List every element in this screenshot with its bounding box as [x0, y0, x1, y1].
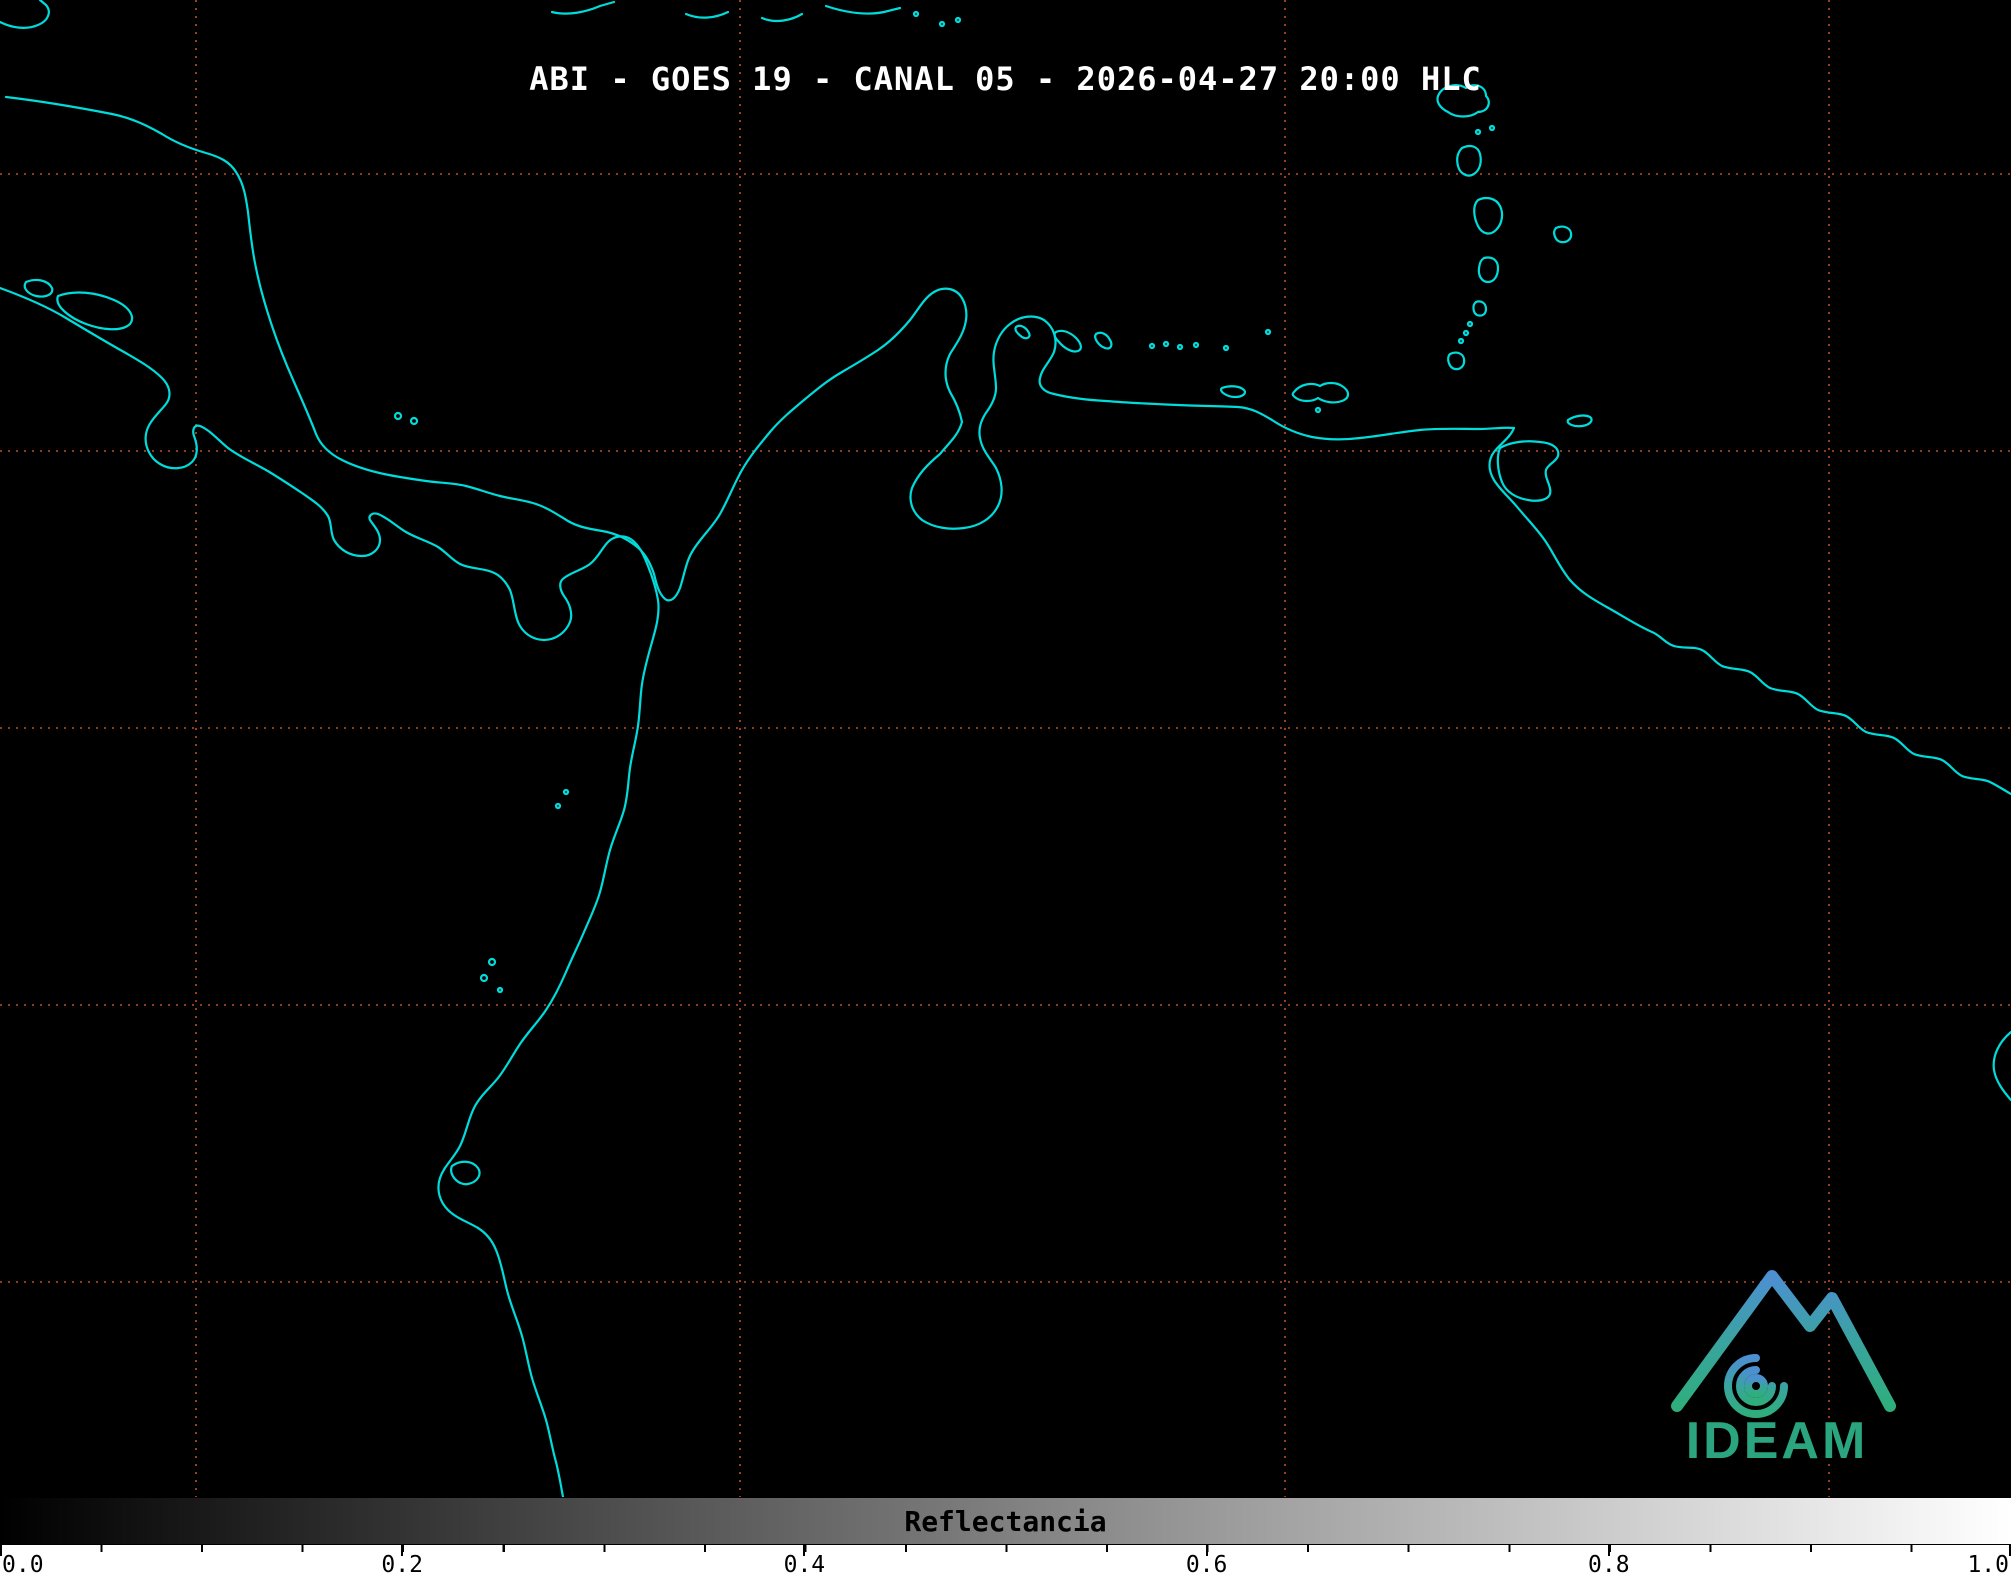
- tick-label: 0.0: [2, 1552, 44, 1577]
- colorbar-label: Reflectancia: [904, 1504, 1107, 1538]
- tick-label: 1.0: [1967, 1552, 2009, 1577]
- island-aruba: [1014, 324, 1031, 340]
- island-margarita: [1291, 381, 1350, 404]
- island-barbados: [1553, 225, 1573, 244]
- island-coche: [1314, 406, 1322, 414]
- island-curacao: [1053, 329, 1082, 353]
- islands-les-saintes: [1474, 124, 1496, 136]
- island-martinique: [1473, 196, 1504, 235]
- lake-managua: [23, 278, 54, 298]
- coastline-pacific-southamerica: [0, 286, 660, 1497]
- lake-nicaragua: [56, 291, 134, 331]
- satellite-product-frame: ABI - GOES 19 - CANAL 05 - 2026-04-27 20…: [0, 0, 2011, 1577]
- island-dominica: [1456, 144, 1482, 177]
- island-trinidad: [1496, 440, 1560, 502]
- island-la-tortuga: [1219, 385, 1247, 399]
- islands-los-roques: [1148, 328, 1272, 352]
- hurricane-swirl-icon: [1724, 1354, 1788, 1418]
- colorbar-axis: 0.0 0.2 0.4 0.6 0.8 1.0: [0, 1545, 2011, 1577]
- coastline-centralamerica-caribbean: [4, 95, 968, 602]
- coast-fragment-brazil: [1992, 1030, 2011, 1102]
- tick-label: 0.4: [783, 1552, 826, 1577]
- map-area: ABI - GOES 19 - CANAL 05 - 2026-04-27 20…: [0, 0, 2011, 1497]
- tick-label: 0.8: [1588, 1552, 1630, 1577]
- ideam-logo-text: IDEAM: [1686, 1412, 1869, 1470]
- minor-ticks: [0, 1545, 2011, 1552]
- island-tobago: [1566, 414, 1593, 428]
- islands-grenadines: [1457, 320, 1474, 345]
- ideam-logo-icon: IDEAM: [1671, 1270, 1896, 1470]
- ideam-logo: IDEAM: [1652, 1248, 1902, 1478]
- island-puna: [450, 1160, 481, 1186]
- islands-misc-dots: [393, 411, 570, 994]
- page-title: ABI - GOES 19 - CANAL 05 - 2026-04-27 20…: [529, 60, 1482, 98]
- island-grenada: [1447, 351, 1466, 371]
- colorbar: Reflectancia: [0, 1497, 2011, 1545]
- coastline-maracaibo-venezuela: [909, 315, 1516, 530]
- island-st-vincent: [1472, 300, 1488, 317]
- island-st-lucia: [1477, 256, 1500, 284]
- island-jamaica-fragment: [0, 0, 50, 29]
- coastline-orinoco-guianas: [1488, 426, 2011, 796]
- island-bonaire: [1094, 331, 1113, 350]
- tick-label: 0.2: [381, 1552, 423, 1577]
- coast-fragments-greater-antilles: [550, 0, 962, 28]
- tick-label: 0.6: [1185, 1552, 1228, 1577]
